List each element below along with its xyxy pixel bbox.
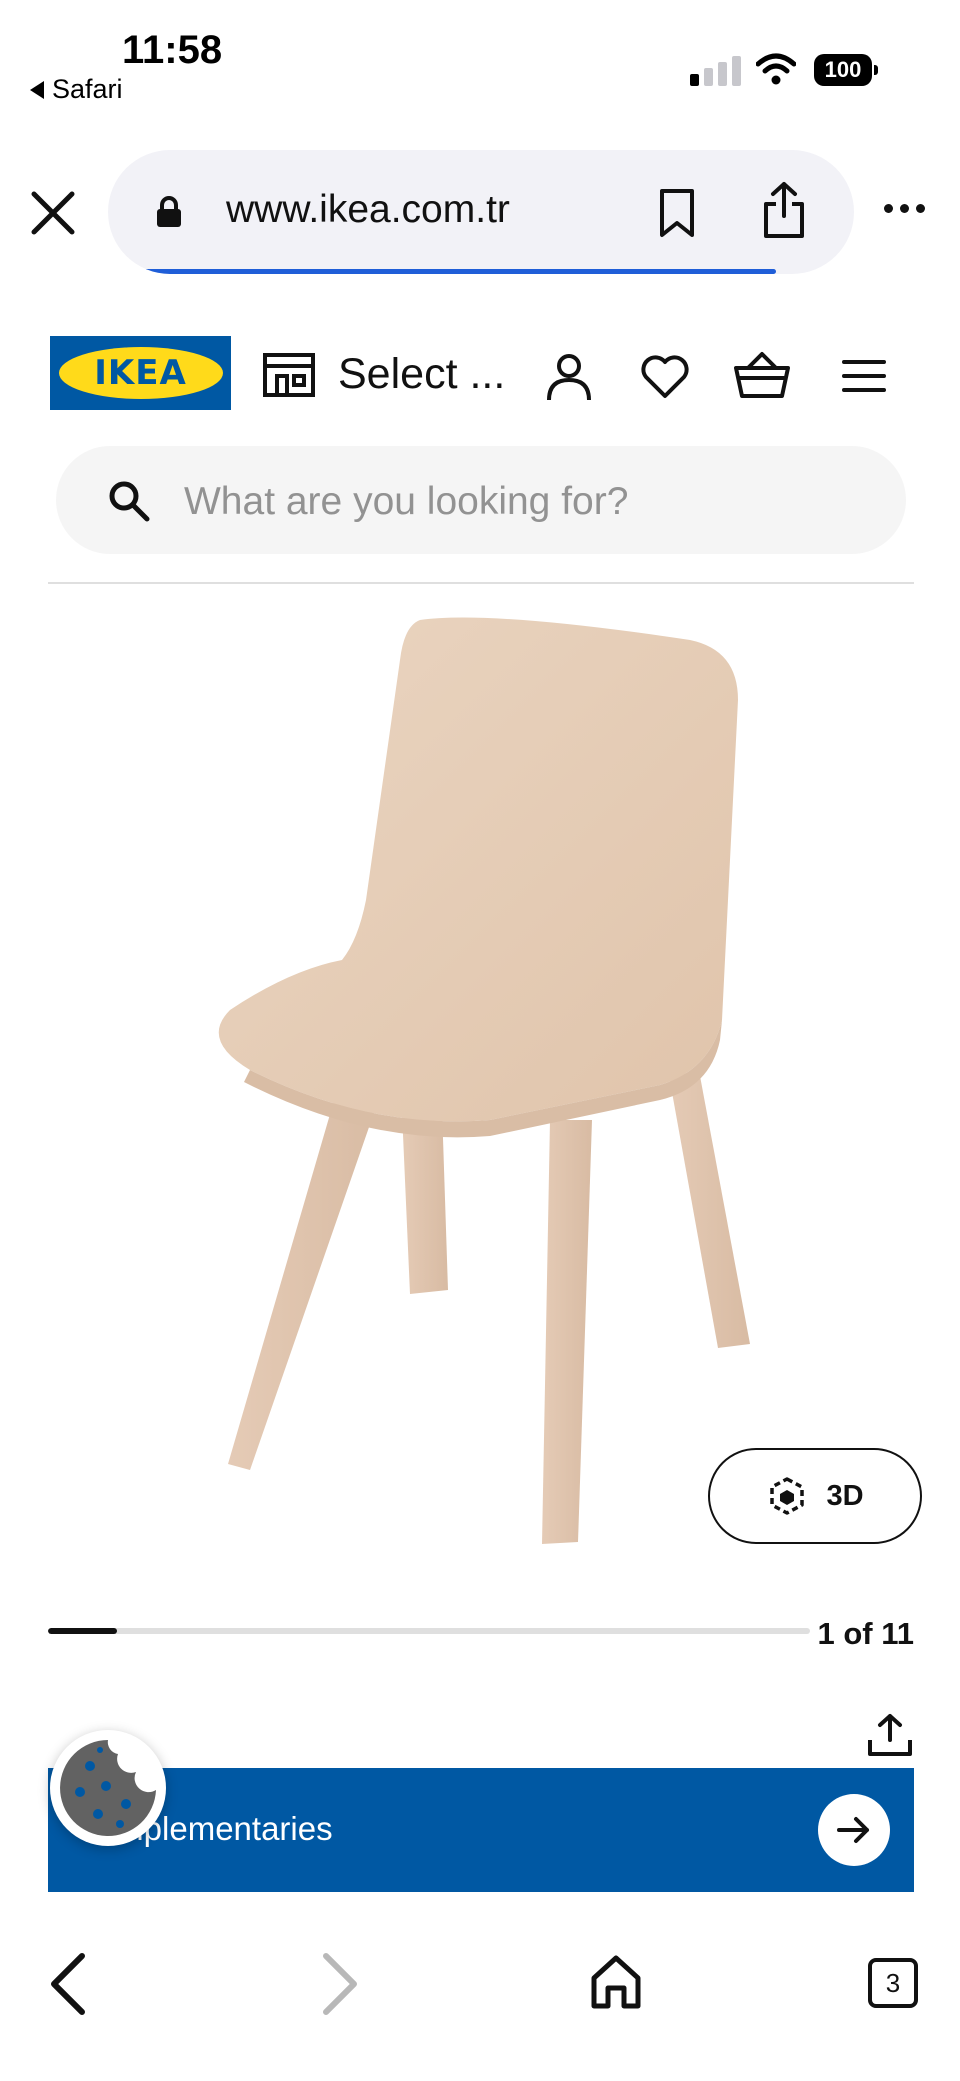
url-text[interactable]: www.ikea.com.tr <box>226 188 510 232</box>
share-icon[interactable] <box>760 180 808 240</box>
product-share-icon[interactable] <box>866 1712 914 1758</box>
user-icon[interactable] <box>544 352 594 402</box>
complementaries-banner[interactable]: Complementaries <box>48 1768 914 1892</box>
cellular-signal-icon <box>690 56 741 86</box>
battery-indicator: 100 <box>814 54 878 86</box>
more-options-icon[interactable] <box>884 204 925 213</box>
gallery-progress-track <box>48 1628 810 1634</box>
logo-text: IKEA <box>94 353 187 393</box>
status-time: 11:58 <box>122 28 223 72</box>
arrow-right-icon <box>837 1817 869 1843</box>
battery-level: 100 <box>814 54 872 86</box>
home-icon[interactable] <box>588 1954 644 2010</box>
store-icon[interactable] <box>262 352 316 398</box>
wifi-icon <box>756 53 796 85</box>
close-icon[interactable] <box>30 190 76 236</box>
cube-3d-icon <box>770 1477 805 1515</box>
back-arrow-icon[interactable] <box>48 1952 88 2016</box>
complementaries-arrow-button[interactable] <box>818 1794 890 1866</box>
image-counter: 1 of 11 <box>817 1616 915 1651</box>
view-3d-label: 3D <box>826 1479 864 1512</box>
heart-icon[interactable] <box>640 354 690 400</box>
cookie-settings-button[interactable] <box>50 1730 166 1846</box>
back-triangle-icon <box>30 80 44 99</box>
search-icon <box>109 481 150 522</box>
tabs-button[interactable]: 3 <box>868 1958 918 2008</box>
forward-arrow-icon[interactable] <box>320 1952 360 2016</box>
page-load-progress <box>144 269 776 274</box>
search-placeholder[interactable]: What are you looking for? <box>184 480 628 524</box>
gallery-progress-fill <box>48 1628 118 1634</box>
basket-icon[interactable] <box>734 350 790 400</box>
cookie-icon <box>60 1740 156 1836</box>
header-divider <box>48 582 914 584</box>
back-to-app-link[interactable]: Safari <box>30 74 123 105</box>
browser-toolbar: 3 <box>0 1892 960 2081</box>
lock-icon <box>157 196 181 227</box>
bookmark-icon[interactable] <box>656 188 698 238</box>
search-box[interactable]: What are you looking for? <box>56 446 906 554</box>
view-3d-button[interactable]: 3D <box>708 1448 922 1544</box>
menu-icon[interactable] <box>842 358 886 394</box>
store-selector[interactable]: Select ... <box>338 350 505 399</box>
ikea-logo[interactable]: IKEA <box>50 336 231 410</box>
back-app-label: Safari <box>52 74 123 104</box>
address-bar[interactable]: www.ikea.com.tr <box>108 150 854 274</box>
product-image-chair[interactable] <box>190 600 790 1550</box>
